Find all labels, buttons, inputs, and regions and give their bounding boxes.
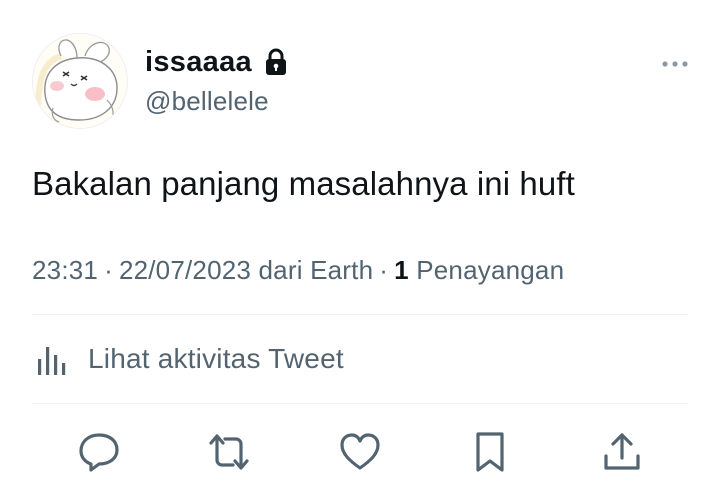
tweet-metadata: 23:31 · 22/07/2023 dari Earth · 1 Penayangan	[32, 255, 564, 286]
share-button[interactable]	[598, 428, 646, 476]
views-label: Penayangan	[416, 255, 565, 285]
heart-icon	[340, 433, 380, 470]
meta-separator: ·	[104, 255, 113, 285]
tweet-date[interactable]: 22/07/2023	[119, 255, 251, 285]
author-name-row[interactable]: issaaaa	[145, 42, 288, 82]
bookmark-icon	[476, 432, 504, 472]
avatar-bunny-illustration	[33, 34, 127, 128]
meta-separator: ·	[379, 255, 389, 285]
analytics-bar-icon	[32, 339, 72, 379]
share-icon	[604, 433, 640, 470]
views-count: 1	[394, 255, 409, 285]
lock-icon	[264, 48, 288, 76]
activity-label: Lihat aktivitas Tweet	[88, 343, 344, 374]
divider	[32, 314, 688, 315]
tweet-source: dari Earth	[258, 255, 374, 285]
reply-icon	[79, 433, 119, 472]
reply-button[interactable]	[75, 428, 123, 476]
tweet-text: Bakalan panjang masalahnya ini huft	[32, 165, 575, 202]
user-handle[interactable]: @bellelele	[145, 86, 269, 117]
more-horizontal-icon[interactable]	[660, 52, 690, 76]
bookmark-button[interactable]	[466, 428, 514, 476]
retweet-button[interactable]	[205, 428, 253, 476]
display-name[interactable]: issaaaa	[145, 46, 252, 79]
tweet-activity-link[interactable]: Lihat aktivitas Tweet	[32, 335, 344, 383]
retweet-icon	[209, 434, 249, 470]
avatar[interactable]	[32, 33, 128, 129]
divider	[32, 403, 688, 404]
tweet-time[interactable]: 23:31	[32, 255, 98, 285]
like-button[interactable]	[336, 428, 384, 476]
